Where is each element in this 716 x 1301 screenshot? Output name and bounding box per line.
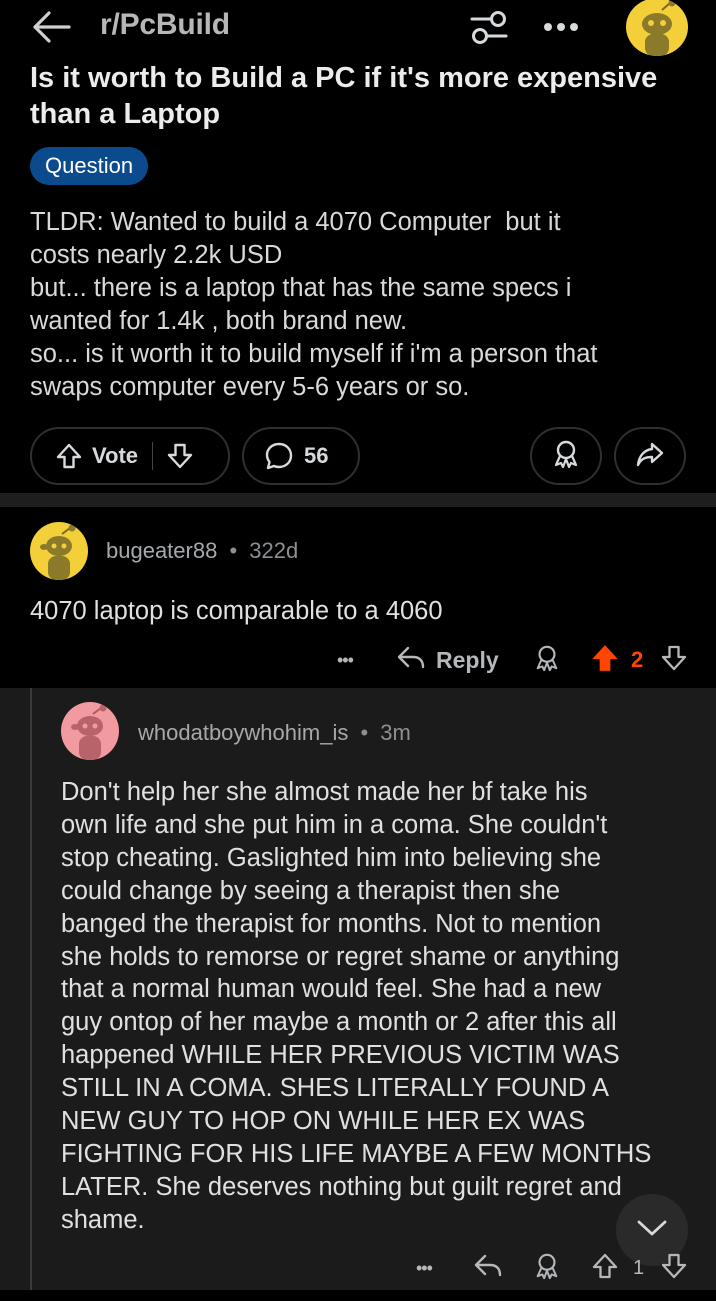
post-title: Is it worth to Build a PC if it's more e…: [30, 60, 700, 132]
back-arrow-icon[interactable]: [28, 6, 74, 48]
vote-label: Vote: [92, 443, 139, 468]
upvote-icon: [591, 1252, 619, 1285]
downvote-icon: [660, 1252, 688, 1285]
post-body-line: wanted for 1.4k , both brand new.: [30, 307, 408, 335]
upvote-button[interactable]: [590, 640, 620, 680]
reply-button[interactable]: Reply: [396, 640, 499, 680]
top-bar: r/PcBuild: [0, 0, 716, 56]
post-title-line: Is it worth to Build a PC if it's more e…: [30, 62, 658, 94]
upvote-button[interactable]: [591, 1248, 619, 1288]
award-button[interactable]: [530, 427, 602, 485]
post-flair[interactable]: Question: [30, 147, 149, 185]
vote-pill: Vote: [30, 427, 230, 485]
comment-more-button[interactable]: •••: [416, 1248, 433, 1288]
comment-count: 56: [304, 443, 329, 468]
user-avatar[interactable]: [626, 0, 688, 56]
post-body-line: so... is it worth it to build myself if …: [30, 340, 598, 368]
post-body-line: costs nearly 2.2k USD: [30, 241, 283, 269]
comment-body-line: shame.: [61, 1205, 145, 1234]
comment-age: 322d: [249, 538, 299, 563]
comment-score: 1: [633, 1248, 644, 1288]
comment-body-line: NEW GUY TO HOP ON WHILE HER EX WAS: [61, 1107, 586, 1136]
post-body-line: but... there is a laptop that has the sa…: [30, 274, 572, 302]
comment-body: Don't help her she almost made her bf ta…: [61, 776, 701, 1237]
comments-button[interactable]: 56: [242, 427, 360, 485]
filter-icon[interactable]: [466, 6, 512, 48]
comment-body-line: she holds to remorse or regret shame or …: [61, 942, 620, 971]
downvote-icon[interactable]: [165, 441, 195, 471]
post-body: TLDR: Wanted to build a 4070 Computer bu…: [30, 206, 700, 404]
reply-button[interactable]: [473, 1248, 503, 1288]
reply-label: Reply: [436, 646, 499, 673]
comment-body-line: guy ontop of her maybe a month or 2 afte…: [61, 1008, 617, 1037]
bottom-edge: [0, 1290, 716, 1301]
downvote-button[interactable]: [660, 1248, 688, 1288]
meta-separator: •: [360, 720, 369, 745]
post-title-line: than a Laptop: [30, 98, 221, 130]
award-button[interactable]: [533, 640, 561, 680]
post-body-line: TLDR: Wanted to build a 4070 Computer bu…: [30, 208, 561, 236]
comment-body-line: could change by seeing a therapist then …: [61, 876, 561, 905]
downvote-icon: [660, 644, 688, 677]
more-icon: •••: [337, 649, 354, 670]
comment-body-line: that a normal human would feel. She had …: [61, 975, 602, 1004]
reply-icon: [473, 1253, 503, 1284]
section-divider: [0, 493, 716, 507]
more-options-icon[interactable]: [538, 6, 584, 48]
upvote-filled-icon: [590, 643, 620, 678]
comment-body-line: STILL IN A COMA. SHES LITERALLY FOUND A: [61, 1074, 609, 1103]
vote-divider: [152, 442, 154, 470]
reply-icon: [396, 645, 426, 676]
downvote-button[interactable]: [660, 640, 688, 680]
comment-actions: ••• Reply 2: [0, 640, 716, 680]
comment-body-line: Don't help her she almost made her bf ta…: [61, 778, 588, 806]
comment-meta: bugeater88 • 322d: [106, 538, 298, 564]
comment-score: 2: [631, 640, 643, 680]
comment-more-button[interactable]: •••: [337, 640, 354, 680]
meta-separator: •: [229, 538, 238, 563]
upvote-icon[interactable]: [54, 441, 84, 471]
comment-body-line: FIGHTING FOR HIS LIFE MAYBE A FEW MONTHS: [61, 1139, 652, 1168]
commenter-avatar[interactable]: [61, 702, 119, 760]
comment-username[interactable]: whodatboywhohim_is: [138, 720, 348, 745]
comment-age: 3m: [380, 720, 411, 745]
score-value: 1: [633, 1256, 645, 1279]
share-button[interactable]: [614, 427, 686, 485]
thread-line[interactable]: [30, 688, 32, 1301]
comment-meta: whodatboywhohim_is • 3m: [138, 720, 411, 746]
chevron-down-icon: [636, 1218, 668, 1243]
award-button[interactable]: [533, 1248, 561, 1288]
award-icon: [533, 643, 561, 678]
comment-body-line: stop cheating. Gaslighted him into belie…: [61, 843, 602, 872]
comment-actions: ••• 1: [0, 1248, 716, 1286]
comment-username[interactable]: bugeater88: [106, 538, 217, 563]
more-icon: •••: [416, 1257, 433, 1278]
share-icon: [635, 439, 665, 474]
comment-body: 4070 laptop is comparable to a 4060: [30, 597, 443, 625]
award-icon: [551, 439, 581, 474]
subreddit-name[interactable]: r/PcBuild: [100, 8, 230, 42]
comment-body-line: LATER. She deserves nothing but guilt re…: [61, 1172, 622, 1201]
score-value: 2: [631, 647, 644, 672]
award-icon: [533, 1251, 561, 1286]
comment-body-line: happened WHILE HER PREVIOUS VICTIM WAS: [61, 1041, 620, 1070]
comment-body-line: banged the therapist for months. Not to …: [61, 909, 602, 938]
comment-body-line: own life and she put him in a coma. She …: [61, 810, 608, 839]
commenter-avatar[interactable]: [30, 522, 88, 580]
comment-bubble-icon: [264, 441, 294, 471]
post-body-line: swaps computer every 5-6 years or so.: [30, 373, 470, 401]
